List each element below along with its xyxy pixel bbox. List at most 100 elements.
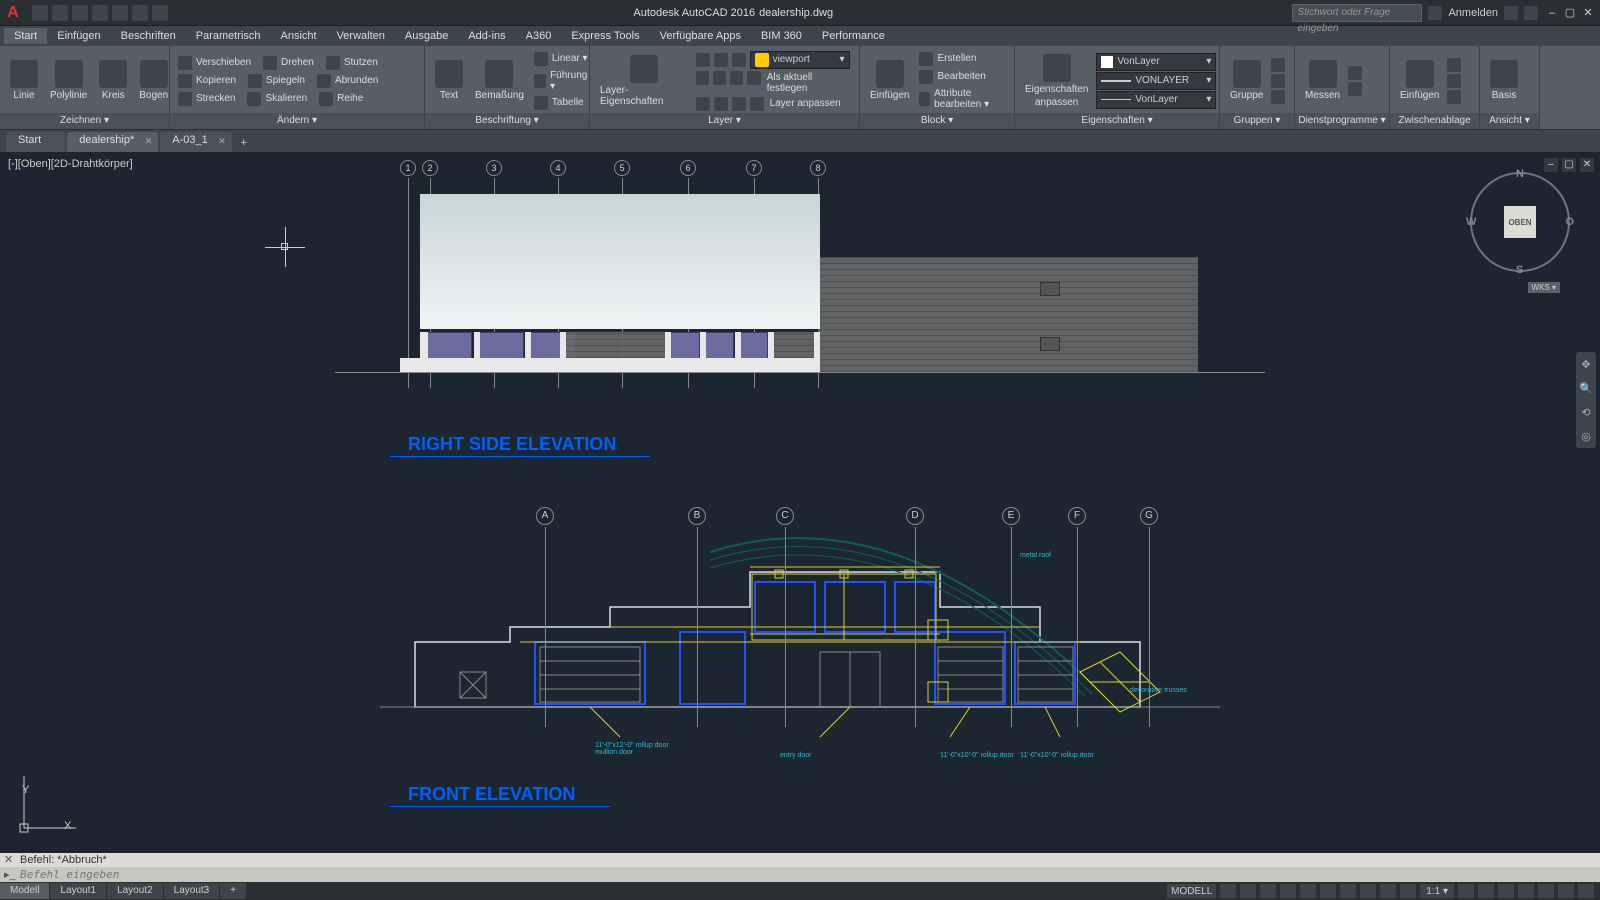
- layer-freeze-icon[interactable]: [714, 53, 728, 67]
- qat-new-icon[interactable]: [32, 5, 48, 21]
- cmd-close-icon[interactable]: ✕: [4, 853, 16, 866]
- tab-expresstools[interactable]: Express Tools: [561, 28, 649, 44]
- help-search-input[interactable]: Stichwort oder Frage eingeben: [1292, 4, 1422, 22]
- tab-a360[interactable]: A360: [516, 28, 562, 44]
- cycling-toggle-icon[interactable]: [1380, 884, 1396, 898]
- layer-dropdown[interactable]: viewport▾: [750, 51, 850, 69]
- viewcube-s[interactable]: S: [1516, 264, 1523, 276]
- trim-button[interactable]: Stutzen: [324, 55, 380, 71]
- tab-bim360[interactable]: BIM 360: [751, 28, 812, 44]
- filetab-close-icon[interactable]: ✕: [218, 136, 226, 147]
- group-button[interactable]: Gruppe: [1226, 58, 1267, 103]
- add-layout-button[interactable]: +: [220, 883, 246, 899]
- layer-icon-3[interactable]: [696, 71, 709, 85]
- zoom-icon[interactable]: 🔍: [1576, 376, 1596, 400]
- annotation-monitor-icon[interactable]: [1498, 884, 1514, 898]
- filetab-a031[interactable]: A-03_1✕: [160, 132, 231, 152]
- layer-icon-9[interactable]: [732, 97, 746, 111]
- linetype-dropdown[interactable]: VonLayer▾: [1096, 91, 1216, 109]
- viewcube-top[interactable]: OBEN: [1504, 206, 1536, 238]
- cut-icon[interactable]: [1447, 58, 1461, 72]
- layer-icon-7[interactable]: [696, 97, 710, 111]
- rotate-button[interactable]: Drehen: [261, 55, 316, 71]
- panel-anno-title[interactable]: Beschriftung ▾: [425, 113, 589, 129]
- tab-einfuegen[interactable]: Einfügen: [47, 28, 110, 44]
- lweight-toggle-icon[interactable]: [1340, 884, 1356, 898]
- steering-icon[interactable]: ◎: [1576, 424, 1596, 448]
- tab-performance[interactable]: Performance: [812, 28, 895, 44]
- ortho-toggle-icon[interactable]: [1260, 884, 1276, 898]
- util-icon-1[interactable]: [1348, 66, 1362, 80]
- edit-block-button[interactable]: Bearbeiten: [917, 69, 1008, 85]
- viewcube-e[interactable]: O: [1565, 216, 1574, 228]
- qat-redo-icon[interactable]: [152, 5, 168, 21]
- osnap-toggle-icon[interactable]: [1300, 884, 1316, 898]
- viewport-min-icon[interactable]: –: [1544, 158, 1558, 172]
- tab-apps[interactable]: Verfügbare Apps: [650, 28, 751, 44]
- baseview-button[interactable]: Basis: [1486, 58, 1522, 103]
- tab-layout2[interactable]: Layout2: [107, 883, 163, 899]
- text-button[interactable]: Text: [431, 58, 467, 103]
- add-filetab-button[interactable]: +: [234, 134, 254, 152]
- layer-lock-icon[interactable]: [732, 53, 746, 67]
- layer-icon-4[interactable]: [713, 71, 726, 85]
- util-icon-2[interactable]: [1348, 82, 1362, 96]
- maximize-button[interactable]: ▢: [1562, 5, 1578, 21]
- layer-icon-6[interactable]: [747, 71, 760, 85]
- command-input[interactable]: [20, 868, 1596, 881]
- viewport-label[interactable]: [-][Oben][2D-Drahtkörper]: [8, 158, 133, 170]
- viewport-max-icon[interactable]: ▢: [1562, 158, 1576, 172]
- signin-label[interactable]: Anmelden: [1448, 7, 1498, 19]
- copy-button[interactable]: Kopieren: [176, 73, 238, 89]
- insert-button[interactable]: Einfügen: [866, 58, 913, 103]
- viewport-close-icon[interactable]: ✕: [1580, 158, 1594, 172]
- dimension-button[interactable]: Bemaßung: [471, 58, 528, 103]
- wks-button[interactable]: WKS ▾: [1528, 282, 1560, 293]
- layer-icon-8[interactable]: [714, 97, 728, 111]
- otrack-toggle-icon[interactable]: [1320, 884, 1336, 898]
- arc-button[interactable]: Bogen: [135, 58, 172, 103]
- edit-attr-button[interactable]: Attribute bearbeiten ▾: [917, 87, 1008, 111]
- polar-toggle-icon[interactable]: [1280, 884, 1296, 898]
- scale-button[interactable]: Skalieren: [245, 91, 309, 107]
- panel-groups-title[interactable]: Gruppen ▾: [1220, 113, 1294, 129]
- paste-button[interactable]: Einfügen: [1396, 58, 1443, 103]
- status-scale[interactable]: 1:1 ▾: [1420, 884, 1454, 898]
- measure-button[interactable]: Messen: [1301, 58, 1344, 103]
- panel-view-title[interactable]: Ansicht ▾: [1480, 113, 1539, 129]
- customize-icon[interactable]: [1578, 884, 1594, 898]
- filetab-dealership[interactable]: dealership*✕: [67, 132, 158, 152]
- fillet-button[interactable]: Abrunden: [315, 73, 380, 89]
- move-button[interactable]: Verschieben: [176, 55, 253, 71]
- tab-addins[interactable]: Add-ins: [458, 28, 515, 44]
- tab-beschriften[interactable]: Beschriften: [111, 28, 186, 44]
- layer-bulb-icon[interactable]: [696, 53, 710, 67]
- signin-icon[interactable]: [1428, 6, 1442, 20]
- linear-button[interactable]: Linear ▾: [532, 51, 591, 67]
- group-ungroup-icon[interactable]: [1271, 74, 1285, 88]
- pan-icon[interactable]: ✥: [1576, 352, 1596, 376]
- drawing-canvas[interactable]: [-][Oben][2D-Drahtkörper] – ▢ ✕ N S O W …: [0, 152, 1600, 852]
- tab-model[interactable]: Modell: [0, 883, 49, 899]
- qat-undo-icon[interactable]: [132, 5, 148, 21]
- panel-util-title[interactable]: Dienstprogramme ▾: [1295, 113, 1389, 129]
- lineweight-dropdown[interactable]: VONLAYER▾: [1096, 72, 1216, 90]
- tab-verwalten[interactable]: Verwalten: [327, 28, 395, 44]
- viewcube-n[interactable]: N: [1516, 168, 1524, 180]
- leader-button[interactable]: Führung ▾: [532, 69, 591, 93]
- qat-print-icon[interactable]: [112, 5, 128, 21]
- tab-layout1[interactable]: Layout1: [50, 883, 106, 899]
- viewcube[interactable]: N S O W OBEN: [1470, 172, 1570, 272]
- annoscale-icon[interactable]: [1458, 884, 1474, 898]
- panel-props-title[interactable]: Eigenschaften ▾: [1015, 113, 1219, 129]
- tab-start[interactable]: Start: [4, 28, 47, 44]
- matchprops-button[interactable]: Eigenschaftenanpassen: [1021, 52, 1092, 110]
- viewcube-w[interactable]: W: [1466, 216, 1476, 228]
- app-logo[interactable]: A: [0, 0, 26, 26]
- stretch-button[interactable]: Strecken: [176, 91, 237, 107]
- hardware-accel-icon[interactable]: [1518, 884, 1534, 898]
- tab-ausgabe[interactable]: Ausgabe: [395, 28, 458, 44]
- array-button[interactable]: Reihe: [317, 91, 365, 107]
- exchange-icon[interactable]: [1504, 6, 1518, 20]
- qat-save-icon[interactable]: [72, 5, 88, 21]
